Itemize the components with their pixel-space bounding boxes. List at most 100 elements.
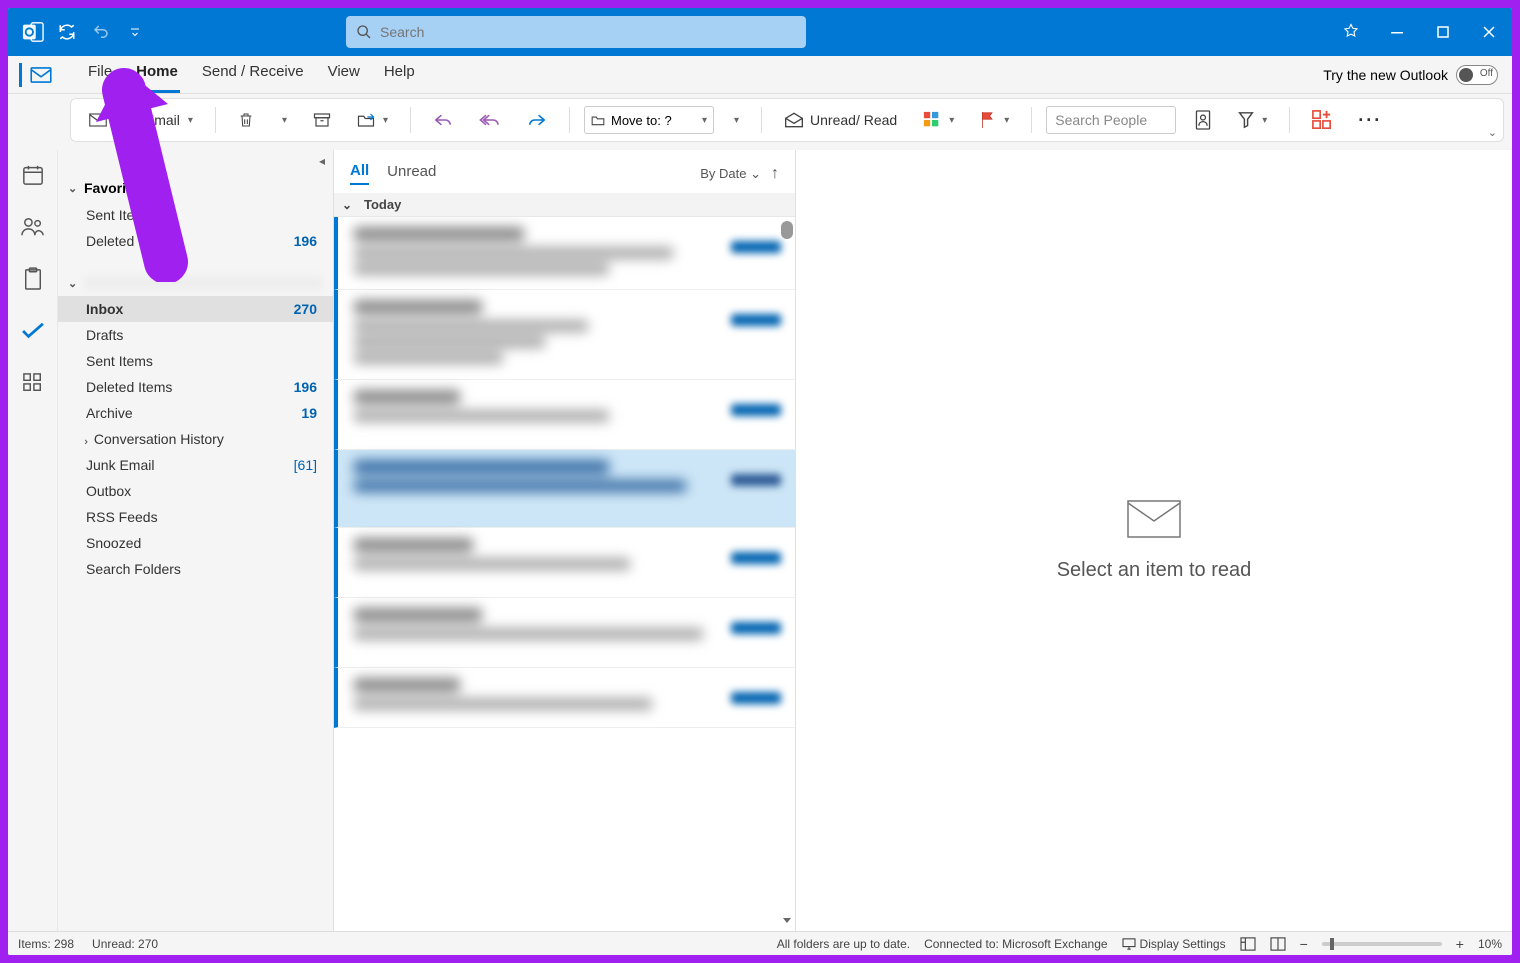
folder-drafts[interactable]: Drafts [58,322,333,348]
folder-conversation-history[interactable]: ⌄ Conversation History [58,426,333,452]
trash-icon [238,111,254,129]
message-item[interactable] [334,217,795,290]
msg-group-today[interactable]: ⌄ Today [334,193,795,217]
message-item-selected[interactable] [334,450,795,528]
folder-deleted[interactable]: Deleted Items 196 [58,374,333,400]
delete-button[interactable] [230,104,262,136]
message-list-pane: All Unread By Date ⌄ ↑ ⌄ Today [334,150,796,931]
zoom-percent[interactable]: 10% [1478,937,1502,951]
unread-read-button[interactable]: Unread/ Read [776,104,905,136]
search-people-input[interactable]: Search People [1046,106,1176,134]
status-unread: Unread: 270 [92,937,158,951]
move-to-combo[interactable]: Move to: ? ▾ [584,106,714,134]
zoom-slider[interactable] [1322,942,1442,946]
categorize-button[interactable]: ▾ [915,104,962,136]
delete-dropdown[interactable]: ▾ [272,104,295,136]
sort-by-date[interactable]: By Date ⌄ [700,166,761,182]
categorize-icon [923,111,941,129]
status-items: Items: 298 [18,937,74,951]
zoom-out-button[interactable]: − [1300,936,1308,952]
nav-tasks[interactable] [18,264,48,294]
message-item[interactable] [334,380,795,450]
folder-rss[interactable]: RSS Feeds [58,504,333,530]
more-button[interactable]: ··· [1350,104,1390,136]
search-people-placeholder: Search People [1055,112,1147,128]
ribbon-expand-chevron[interactable]: ⌄ [1488,126,1497,139]
address-book-icon [1194,110,1212,130]
qat-dropdown-icon[interactable] [124,21,146,43]
sort-direction-button[interactable]: ↑ [771,165,779,183]
nav-more-apps[interactable] [18,368,48,398]
address-book-button[interactable] [1186,104,1220,136]
folder-search-folders[interactable]: Search Folders [58,556,333,582]
tab-send-receive[interactable]: Send / Receive [200,57,306,93]
flag-button[interactable]: ▾ [972,104,1017,136]
tab-home[interactable]: Home [134,57,180,93]
nav-people[interactable] [18,212,48,242]
view-reading-button[interactable] [1270,937,1286,951]
tab-view[interactable]: View [326,57,362,93]
favorites-label: Favorites [84,180,146,196]
coming-soon-icon[interactable] [1328,8,1374,56]
folder-label: Outbox [86,483,131,499]
undo-icon[interactable] [90,21,112,43]
move-button[interactable]: ▾ [349,104,396,136]
folder-snoozed[interactable]: Snoozed [58,530,333,556]
outlook-icon [22,21,44,43]
message-item[interactable] [334,668,795,728]
scroll-down-icon[interactable] [781,915,793,927]
maximize-button[interactable] [1420,8,1466,56]
new-email-label: New Email [113,112,180,128]
display-settings-button[interactable]: Display Settings [1122,937,1226,951]
flag-icon [980,111,996,129]
zoom-in-button[interactable]: + [1456,936,1464,952]
message-item[interactable] [334,528,795,598]
folder-junk[interactable]: Junk Email [61] [58,452,333,478]
msgtab-all[interactable]: All [350,162,369,185]
move-folder-icon [357,112,375,128]
try-new-outlook-toggle[interactable]: Off [1456,65,1498,85]
sync-icon[interactable] [56,21,78,43]
folder-sent[interactable]: Sent Items [58,348,333,374]
reply-all-button[interactable] [471,104,509,136]
get-addins-button[interactable] [1304,104,1340,136]
nav-todo[interactable] [18,316,48,346]
folder-outbox[interactable]: Outbox [58,478,333,504]
folder-inbox[interactable]: Inbox 270 [58,296,333,322]
mail-icon [30,67,52,83]
close-button[interactable] [1466,8,1512,56]
filter-button[interactable]: ▾ [1230,104,1275,136]
chevron-down-icon: ⌄ [342,198,352,212]
account-name-redacted [84,276,323,290]
minimize-button[interactable] [1374,8,1420,56]
favorites-header[interactable]: ⌄ Favorites [58,174,333,202]
try-new-outlook-label: Try the new Outlook [1323,67,1448,83]
reply-button[interactable] [425,104,461,136]
folder-pane: ◂ ⌄ Favorites Sent Items Deleted Items 1… [58,150,334,931]
view-normal-button[interactable] [1240,937,1256,951]
archive-button[interactable] [305,104,339,136]
folder-fav-deleted[interactable]: Deleted Items 196 [58,228,333,254]
folder-label: Snoozed [86,535,141,551]
status-sync: All folders are up to date. [777,937,910,951]
tab-file[interactable]: File [86,57,114,93]
account-header[interactable]: ⌄ [58,270,333,296]
folder-archive[interactable]: Archive 19 [58,400,333,426]
move-to-label: Move to: ? [611,113,694,128]
search-input[interactable] [380,24,796,40]
search-box[interactable] [346,16,806,48]
folder-label: Junk Email [86,457,154,473]
msgtab-unread[interactable]: Unread [387,163,436,184]
filter-icon [1238,111,1254,129]
new-email-button[interactable]: New Email ▾ [81,104,201,136]
reading-placeholder-text: Select an item to read [1057,559,1252,582]
folder-pane-collapse[interactable]: ◂ [58,150,333,172]
folder-fav-sent[interactable]: Sent Items [58,202,333,228]
message-item[interactable] [334,598,795,668]
nav-calendar[interactable] [18,160,48,190]
nav-mail-indicator[interactable] [19,63,60,87]
forward-button[interactable] [519,104,555,136]
message-item[interactable] [334,290,795,380]
tab-help[interactable]: Help [382,57,417,93]
move-to-dropdown[interactable]: ▾ [724,104,747,136]
